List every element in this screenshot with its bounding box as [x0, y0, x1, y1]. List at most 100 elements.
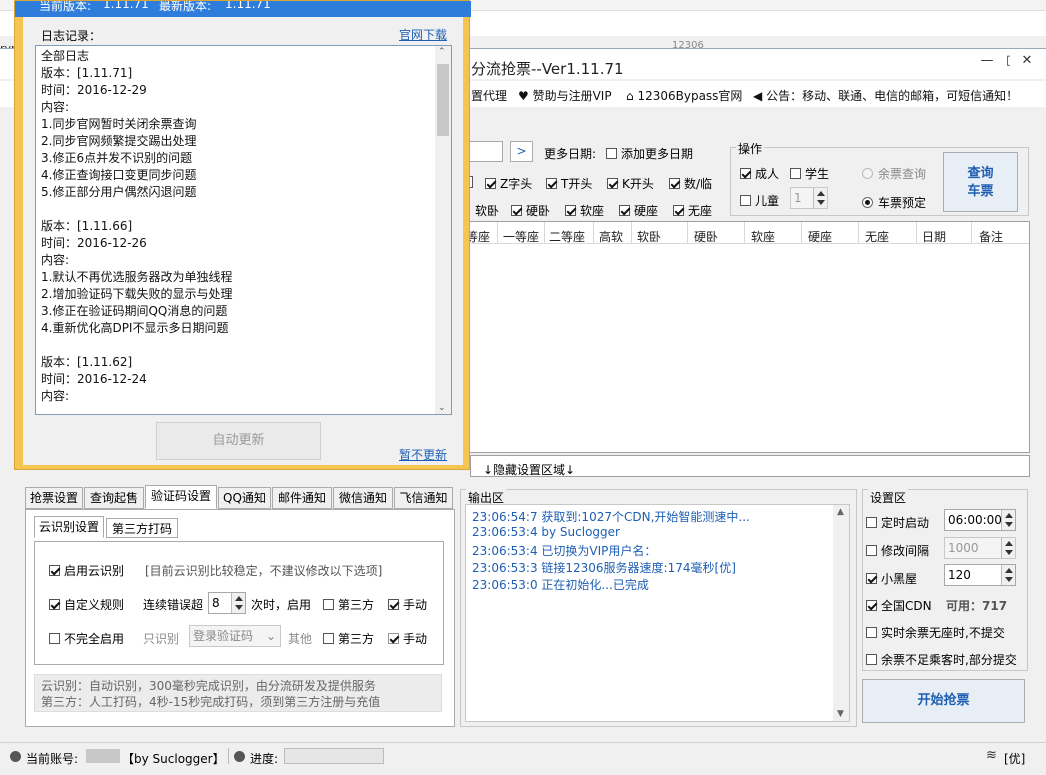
start-grab-button[interactable]: 开始抢票 [862, 679, 1025, 723]
times-enable-label: 次时，启用 [251, 598, 312, 612]
chevron-up-icon[interactable]: ▲ [837, 507, 844, 517]
train-type-k[interactable]: K开头 [607, 175, 654, 192]
error-count-stepper[interactable]: 8 [208, 592, 246, 614]
realtime-no-seat-checkbox[interactable]: 实时余票无座时,不提交 [866, 624, 1005, 641]
info-icon [10, 751, 21, 762]
dialog-title-bar: 当前版本: 1.11.71 最新版本: 1.11.71 [15, 1, 471, 17]
home-icon: ⌂ [626, 89, 634, 103]
table-header: 等座 一等座 二等座 高软 软卧 硬卧 软座 硬座 无座 日期 备注 [461, 222, 1029, 244]
ops-title: 操作 [736, 140, 765, 157]
train-type-t[interactable]: T开头 [546, 175, 592, 192]
all-cdn-checkbox[interactable]: 全国CDN [866, 597, 932, 614]
clock-icon [234, 751, 245, 762]
account-label: 当前账号: [26, 752, 79, 766]
cdn-available: 可用：717 [946, 599, 1008, 613]
hide-settings-toggle[interactable]: ↓隐藏设置区域↓ [470, 455, 1030, 477]
tab-query-sale[interactable]: 查询起售 [84, 487, 144, 509]
chevron-down-icon[interactable]: ⌄ [438, 403, 446, 413]
menu-sponsor[interactable]: ♥ 赞助与注册VIP [518, 87, 612, 104]
official-download-link[interactable]: 官网下载 [399, 26, 447, 43]
add-more-dates-checkbox[interactable]: 添加更多日期 [606, 145, 693, 162]
other-label: 其他 [288, 632, 313, 646]
menu-bypass-site[interactable]: ⌂ 12306Bypass官网 [626, 87, 742, 104]
student-checkbox[interactable]: 学生 [790, 165, 829, 182]
output-line: 23:06:53:4 by Suclogger [472, 525, 620, 539]
window-title: 分流抢票--Ver1.11.71 [471, 60, 624, 78]
captcha-info: 云识别：自动识别，300毫秒完成识别，由分流研发及提供服务 第三方：人工打码，4… [34, 674, 442, 712]
login-captcha-select[interactable]: 登录验证码 ⌄ [189, 625, 281, 647]
log-label: 日志记录： [41, 29, 102, 43]
third-party-checkbox-2[interactable]: 第三方 [323, 630, 374, 647]
next-date-button[interactable]: > [510, 141, 533, 162]
seat-hard-seat[interactable]: 硬座 [619, 202, 658, 219]
chevron-down-icon[interactable]: ▼ [837, 709, 844, 719]
latest-version-label: 最新版本: [159, 1, 212, 13]
changelog-textbox[interactable]: 全部日志 版本：[1.11.71] 时间：2016-12-29 内容: 1.同步… [35, 45, 452, 415]
remain-query-radio[interactable]: 余票查询 [862, 165, 926, 182]
scroll-thumb[interactable] [437, 64, 449, 136]
by-label: 【by Suclogger】 [122, 752, 225, 766]
modify-interval-checkbox[interactable]: 修改间隔 [866, 542, 929, 559]
current-version: 1.11.71 [103, 1, 149, 11]
interval-input[interactable]: 1000 [944, 537, 1016, 559]
manual-checkbox-1[interactable]: 手动 [388, 596, 427, 613]
insufficient-tickets-checkbox[interactable]: 余票不足乘客时,部分提交 [866, 651, 1017, 668]
menu-proxy[interactable]: 置代理 [471, 87, 507, 104]
captcha-panel: 云识别设置 第三方打码 启用云识别 [目前云识别比较稳定，不建议修改以下选项] … [25, 509, 455, 727]
train-type-num[interactable]: 数/临 [669, 175, 712, 192]
manual-checkbox-2[interactable]: 手动 [388, 630, 427, 647]
output-line: 23:06:53:3 链接12306服务器速度:174毫秒[优] [472, 561, 736, 575]
seat-soft-seat[interactable]: 软座 [565, 202, 604, 219]
status-bar: 当前账号: 【by Suclogger】 进度: ≋ [优] [0, 742, 1046, 775]
dialog-body: 日志记录： 官网下载 全部日志 版本：[1.11.71] 时间：2016-12-… [23, 17, 463, 465]
changelog-text: 全部日志 版本：[1.11.71] 时间：2016-12-29 内容: 1.同步… [41, 49, 233, 403]
tab-fetion-notify[interactable]: 飞信通知 [394, 487, 453, 509]
seat-hard-sleeper[interactable]: 硬卧 [511, 202, 550, 219]
auto-update-button[interactable]: 自动更新 [156, 422, 321, 460]
tab-wechat-notify[interactable]: 微信通知 [333, 487, 393, 509]
output-line: 23:06:54:7 获取到:1027个CDN,开始智能测速中... [472, 510, 750, 524]
child-count-stepper[interactable]: 1 [790, 187, 828, 209]
checkbox-icon [606, 148, 617, 159]
timer-start-checkbox[interactable]: 定时启动 [866, 514, 929, 531]
account-mask [86, 749, 120, 763]
output-scrollbar[interactable]: ▲ ▼ [833, 505, 849, 721]
tab-email-notify[interactable]: 邮件通知 [272, 487, 332, 509]
train-type-z[interactable]: Z字头 [485, 175, 532, 192]
timer-start-input[interactable]: 06:00:00 [944, 509, 1016, 531]
incomplete-enable-checkbox[interactable]: 不完全启用 [49, 630, 124, 647]
child-checkbox[interactable]: 儿童 [740, 192, 779, 209]
output-log[interactable]: 23:06:54:7 获取到:1027个CDN,开始智能测速中... 23:06… [465, 504, 850, 722]
heart-icon: ♥ [518, 89, 529, 103]
adult-checkbox[interactable]: 成人 [740, 165, 779, 182]
third-party-checkbox-1[interactable]: 第三方 [323, 596, 374, 613]
wifi-icon: ≋ [986, 748, 997, 763]
only-recognize-label: 只识别 [143, 632, 180, 646]
blackroom-input[interactable]: 120 [944, 564, 1016, 586]
menu-notice[interactable]: ◀ 公告：移动、联通、电信的邮箱，可短信通知！ [753, 87, 1018, 104]
output-line: 23:06:53:4 已切换为VIP用户名： [472, 544, 657, 558]
subtab-third-party[interactable]: 第三方打码 [106, 518, 178, 538]
latest-version: 1.11.71 [225, 1, 271, 11]
seat-no-seat[interactable]: 无座 [673, 202, 712, 219]
seat-soft-sleeper[interactable]: 软卧 [475, 202, 499, 219]
subtab-cloud[interactable]: 云识别设置 [34, 516, 104, 538]
blackroom-checkbox[interactable]: 小黑屋 [866, 570, 917, 587]
tab-grab-settings[interactable]: 抢票设置 [25, 487, 83, 509]
custom-rule-checkbox[interactable]: 自定义规则 [49, 596, 124, 613]
speaker-icon: ◀ [753, 89, 763, 103]
book-radio[interactable]: 车票预定 [862, 194, 926, 211]
query-tickets-button[interactable]: 查询 车票 [943, 152, 1018, 212]
tab-captcha-settings[interactable]: 验证码设置 [145, 485, 217, 509]
changelog-scrollbar[interactable]: ⌃ ⌄ [435, 46, 451, 414]
cloud-note: [目前云识别比较稳定，不建议修改以下选项] [145, 564, 383, 578]
close-button[interactable]: ✕ [1010, 51, 1044, 71]
settings-tabs: 抢票设置 查询起售 验证码设置 QQ通知 邮件通知 微信通知 飞信通知 云识别设… [25, 485, 455, 727]
skip-update-link[interactable]: 暂不更新 [399, 446, 447, 463]
progress-label: 进度: [250, 752, 279, 766]
chevron-up-icon[interactable]: ⌃ [438, 47, 446, 57]
cloud-enable-checkbox[interactable]: 启用云识别 [49, 562, 124, 579]
results-table[interactable]: 等座 一等座 二等座 高软 软卧 硬卧 软座 硬座 无座 日期 备注 [460, 221, 1030, 453]
more-dates-label: 更多日期: [544, 147, 597, 161]
tab-qq-notify[interactable]: QQ通知 [218, 487, 271, 509]
